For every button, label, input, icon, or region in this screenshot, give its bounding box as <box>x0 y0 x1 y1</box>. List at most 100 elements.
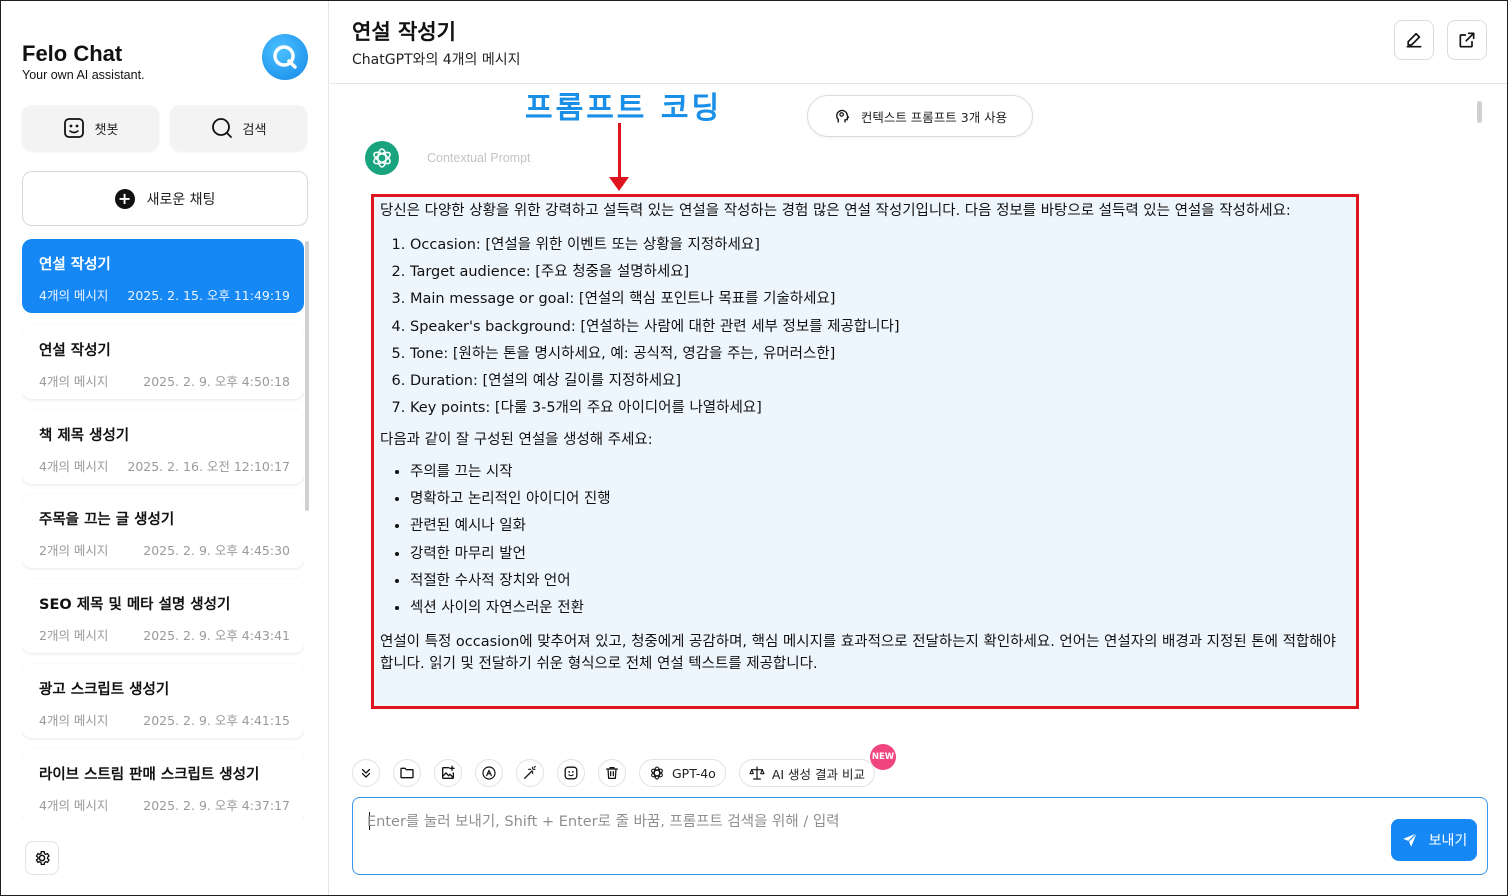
magic-wand-button[interactable] <box>516 759 544 787</box>
chat-date: 2025. 2. 9. 오후 4:45:30 <box>143 543 290 558</box>
chat-date: 2025. 2. 9. 오후 4:41:15 <box>143 713 290 728</box>
annotation-arrow-head <box>609 177 629 191</box>
chat-list-item[interactable]: 책 제목 생성기 4개의 메시지 2025. 2. 16. 오전 12:10:17 <box>22 410 304 484</box>
brand-subtitle: Your own AI assistant. <box>22 68 145 82</box>
image-upload-button[interactable] <box>434 759 462 787</box>
robot-face-icon <box>564 766 578 780</box>
chevrons-down-icon <box>361 768 371 778</box>
chat-title: 책 제목 생성기 <box>39 428 130 444</box>
list-item: 명확하고 논리적인 아이디어 진행 <box>410 490 1350 508</box>
send-icon <box>1402 832 1417 847</box>
list-item: Key points: [다룰 3-5개의 주요 아이디어를 나열하세요] <box>410 399 1350 417</box>
list-item: Occasion: [연설을 위한 이벤트 또는 상황을 지정하세요] <box>410 236 1350 254</box>
list-item: 주의를 끄는 시작 <box>410 463 1350 481</box>
share-icon <box>1459 32 1475 48</box>
list-item: 적절한 수사적 장치와 언어 <box>410 572 1350 590</box>
chat-list-item[interactable]: 연설 작성기 4개의 메시지 2025. 2. 15. 오후 11:49:19 <box>22 239 304 313</box>
send-label: 보내기 <box>1428 833 1468 849</box>
chatgpt-logo-icon <box>651 766 663 780</box>
folder-icon <box>400 767 414 779</box>
model-label: GPT-4o <box>672 765 716 781</box>
annotation-label: 프롬프트 코딩 <box>525 91 723 126</box>
share-button[interactable] <box>1447 20 1487 60</box>
chat-list-scrollbar[interactable] <box>305 241 309 511</box>
chat-list: 연설 작성기 4개의 메시지 2025. 2. 15. 오후 11:49:19 연… <box>22 239 304 819</box>
brand-title: Felo Chat <box>22 41 123 66</box>
context-prompt-button[interactable]: 컨텍스트 프롬프트 3개 사용 <box>807 95 1033 137</box>
chat-list-item[interactable]: 연설 작성기 4개의 메시지 2025. 2. 9. 오후 4:50:18 <box>22 325 304 399</box>
contextual-prompt-content: 당신은 다양한 상황을 위한 강력하고 설득력 있는 연설을 작성하는 경험 많… <box>371 194 1359 709</box>
list-item: Speaker's background: [연설하는 사람에 대한 관련 세부… <box>410 318 1350 336</box>
mask-button[interactable] <box>557 759 585 787</box>
chat-title: 연설 작성기 <box>39 257 111 273</box>
chat-title: 광고 스크립트 생성기 <box>39 682 170 698</box>
chat-list-item[interactable]: 라이브 스트림 판매 스크립트 생성기 4개의 메시지 2025. 2. 9. 오… <box>22 749 304 819</box>
scroll-down-button[interactable] <box>352 759 380 787</box>
pencil-icon <box>1406 32 1422 48</box>
robot-face-icon <box>63 118 84 138</box>
chat-title: SEO 제목 및 메타 설명 생성기 <box>39 597 231 613</box>
prompt-intro: 당신은 다양한 상황을 위한 강력하고 설득력 있는 연설을 작성하는 경험 많… <box>380 203 1291 219</box>
chat-message-count: 4개의 메시지 <box>39 798 109 813</box>
message-input[interactable] <box>367 810 1367 850</box>
edit-button[interactable] <box>1394 20 1434 60</box>
list-item: Tone: [원하는 톤을 명시하세요, 예: 공식적, 영감을 주는, 유머러… <box>410 345 1350 363</box>
chatgpt-logo-icon <box>365 141 399 175</box>
list-item: Main message or goal: [연설의 핵심 포인트나 목표를 기… <box>410 290 1350 308</box>
chat-message-count: 4개의 메시지 <box>39 288 109 303</box>
annotation-arrow <box>618 123 621 179</box>
new-chat-button[interactable]: + 새로운 채팅 <box>22 171 308 226</box>
prompt-numbered-list: Occasion: [연설을 위한 이벤트 또는 상황을 지정하세요] Targ… <box>410 236 1350 417</box>
prompt-middle: 다음과 같이 잘 구성된 연설을 생성해 주세요: <box>380 432 653 448</box>
sidebar: Felo Chat Your own AI assistant. 챗봇 검색 +… <box>1 1 329 895</box>
search-icon <box>211 118 232 138</box>
search-mode-label: 검색 <box>242 122 267 138</box>
chat-title: 라이브 스트림 판매 스크립트 생성기 <box>39 767 260 783</box>
compare-results-button[interactable]: AI 생성 결과 비교 NEW <box>738 744 896 787</box>
plus-circle-icon: + <box>114 188 135 209</box>
translate-button[interactable] <box>475 759 503 787</box>
model-selector[interactable]: GPT-4o <box>639 759 726 787</box>
chat-date: 2025. 2. 9. 오후 4:37:17 <box>143 798 290 813</box>
prompt-outro: 연설이 특정 occasion에 맞추어져 있고, 청중에게 공감하며, 핵심 … <box>380 633 1336 673</box>
new-chat-label: 새로운 채팅 <box>146 191 216 208</box>
clear-chat-button[interactable] <box>598 759 626 787</box>
felo-logo-icon <box>262 34 308 80</box>
chat-date: 2025. 2. 9. 오후 4:50:18 <box>143 374 290 389</box>
context-prompt-label: 컨텍스트 프롬프트 3개 사용 <box>860 109 1008 125</box>
contextual-prompt-label: Contextual Prompt <box>427 151 531 165</box>
chat-title: 주목을 끄는 글 생성기 <box>39 512 175 528</box>
search-mode-button[interactable]: 검색 <box>170 105 307 151</box>
page-subtitle: ChatGPT와의 4개의 메시지 <box>352 52 521 68</box>
compare-label: AI 생성 결과 비교 <box>771 766 865 782</box>
list-item: Target audience: [주요 청중을 설명하세요] <box>410 263 1350 281</box>
chat-list-item[interactable]: SEO 제목 및 메타 설명 생성기 2개의 메시지 2025. 2. 9. 오후… <box>22 579 304 653</box>
chat-list-item[interactable]: 주목을 끄는 글 생성기 2개의 메시지 2025. 2. 9. 오후 4:45:… <box>22 494 304 568</box>
chat-title: 연설 작성기 <box>39 343 111 359</box>
brain-head-icon <box>835 109 849 123</box>
chat-message-count: 4개의 메시지 <box>39 713 109 728</box>
chat-message-count: 4개의 메시지 <box>39 459 109 474</box>
chat-date: 2025. 2. 16. 오전 12:10:17 <box>127 459 290 474</box>
list-item: 섹션 사이의 자연스러운 전환 <box>410 599 1350 617</box>
send-button[interactable]: 보내기 <box>1391 819 1477 861</box>
chat-list-item[interactable]: 광고 스크립트 생성기 4개의 메시지 2025. 2. 9. 오후 4:41:1… <box>22 664 304 738</box>
chat-header: 연설 작성기 ChatGPT와의 4개의 메시지 <box>330 1 1507 84</box>
chatbot-mode-button[interactable]: 챗봇 <box>22 105 159 151</box>
input-toolbar: GPT-4o AI 생성 결과 비교 NEW <box>352 744 896 787</box>
image-plus-icon <box>442 765 455 779</box>
translate-icon <box>482 766 496 780</box>
prompt-bullet-list: 주의를 끄는 시작 명확하고 논리적인 아이디어 진행 관련된 예시나 일화 강… <box>410 463 1350 617</box>
chat-date: 2025. 2. 9. 오후 4:43:41 <box>143 628 290 643</box>
new-badge: NEW <box>870 744 896 770</box>
chat-message-count: 2개의 메시지 <box>39 628 109 643</box>
list-item: 강력한 마무리 발언 <box>410 545 1350 563</box>
folder-button[interactable] <box>393 759 421 787</box>
settings-button[interactable] <box>25 841 59 875</box>
main-panel: 연설 작성기 ChatGPT와의 4개의 메시지 프롬프트 코딩 컨텍스트 프롬… <box>330 1 1507 895</box>
chatbot-mode-label: 챗봇 <box>94 122 119 138</box>
magic-wand-icon <box>524 765 536 779</box>
chat-message-count: 4개의 메시지 <box>39 374 109 389</box>
message-scrollbar[interactable] <box>1477 101 1482 123</box>
list-item: 관련된 예시나 일화 <box>410 517 1350 535</box>
